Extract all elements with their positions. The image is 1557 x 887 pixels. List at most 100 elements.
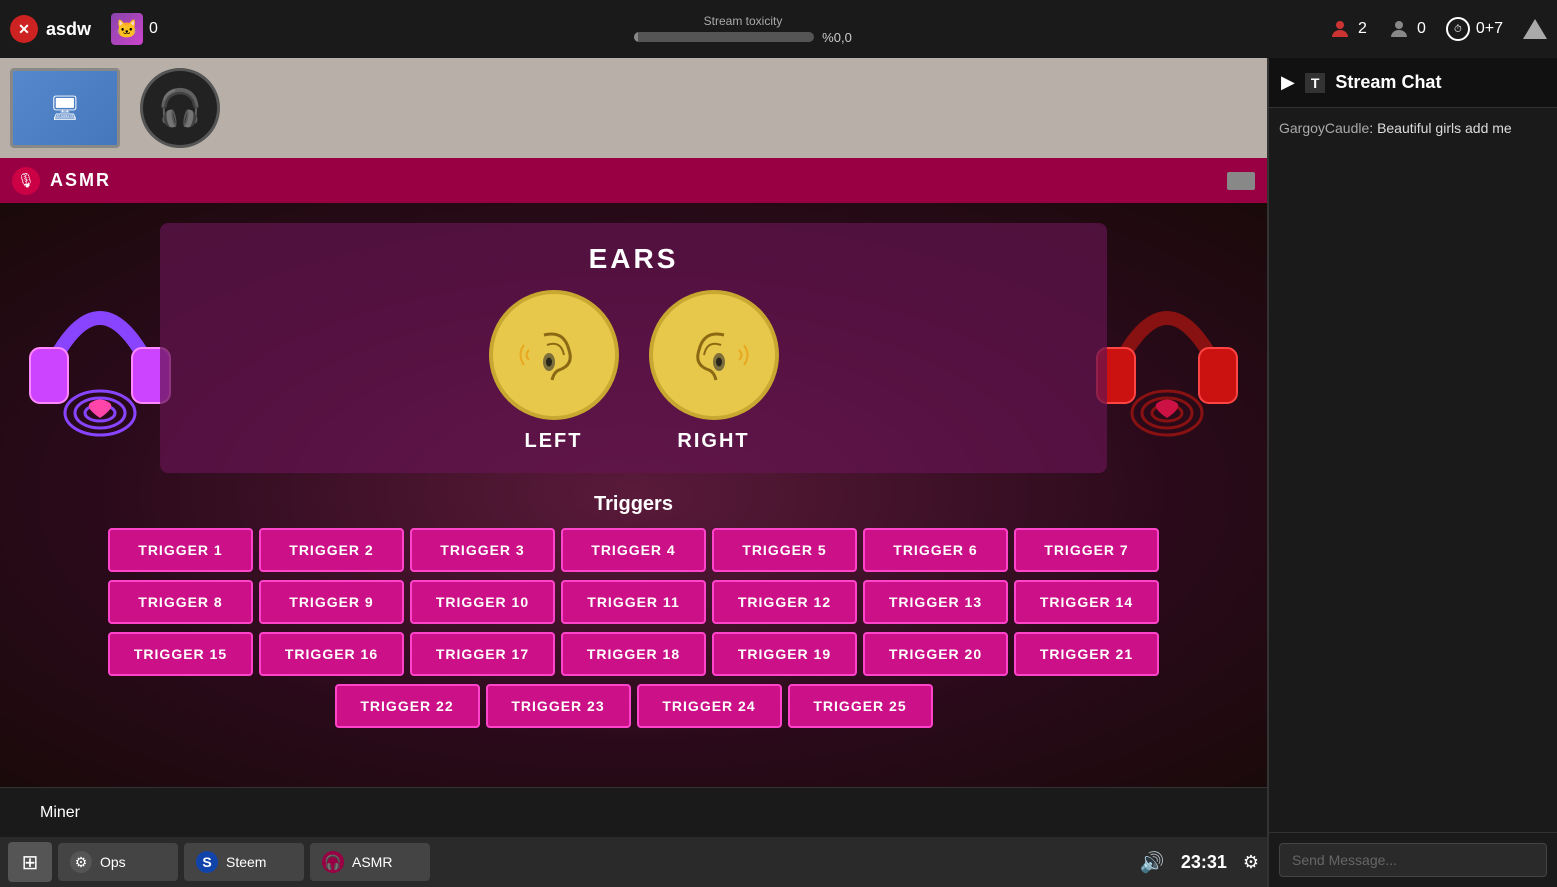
taskbar-asmr-label: ASMR xyxy=(352,854,392,870)
asmr-panel: 🎙 ASMR xyxy=(0,158,1267,787)
trigger-button-12[interactable]: TRIGGER 12 xyxy=(712,580,857,624)
trigger-button-21[interactable]: TRIGGER 21 xyxy=(1014,632,1159,676)
cat-count: 0 xyxy=(149,20,158,38)
play-icon: ▶ xyxy=(1281,72,1295,93)
monitor-thumbnail: 🖥 xyxy=(10,68,120,148)
chat-username: GargoyCaudle xyxy=(1279,120,1369,136)
right-ear-circle xyxy=(649,290,779,420)
video-area: 🖥 🎧 xyxy=(0,58,1267,158)
anon-stat: 0 xyxy=(1387,17,1426,41)
trigger-row-2: TRIGGER 8 TRIGGER 9 TRIGGER 10 TRIGGER 1… xyxy=(108,580,1159,624)
ears-row: LEFT xyxy=(489,290,779,453)
trigger-button-15[interactable]: TRIGGER 15 xyxy=(108,632,253,676)
trigger-button-3[interactable]: TRIGGER 3 xyxy=(410,528,555,572)
trigger-button-22[interactable]: TRIGGER 22 xyxy=(335,684,480,728)
trigger-button-23[interactable]: TRIGGER 23 xyxy=(486,684,631,728)
clock: 23:31 xyxy=(1181,852,1227,873)
trigger-button-18[interactable]: TRIGGER 18 xyxy=(561,632,706,676)
asmr-titlebar: 🎙 ASMR xyxy=(0,158,1267,203)
trigger-row-3: TRIGGER 15 TRIGGER 16 TRIGGER 17 TRIGGER… xyxy=(108,632,1159,676)
trigger-button-13[interactable]: TRIGGER 13 xyxy=(863,580,1008,624)
minimize-button[interactable] xyxy=(1227,172,1255,190)
taskbar-ops[interactable]: ⚙ Ops xyxy=(58,843,178,881)
toxicity-bar-wrap: %0,0 xyxy=(634,30,852,45)
trigger-button-4[interactable]: TRIGGER 4 xyxy=(561,528,706,572)
taskbar: ⊞ ⚙ Ops S Steem 🎧 ASMR 🔊 23:31 ⚙ xyxy=(0,837,1267,887)
chat-input-wrap xyxy=(1269,832,1557,887)
taskbar-steem-label: Steem xyxy=(226,854,266,870)
toxicity-section: Stream toxicity %0,0 xyxy=(178,14,1308,45)
headphone-thumbnail: 🎧 xyxy=(140,68,220,148)
left-ear-circle xyxy=(489,290,619,420)
settings-icon[interactable]: ⚙ xyxy=(1243,852,1259,873)
trigger-button-25[interactable]: TRIGGER 25 xyxy=(788,684,933,728)
triggers-grid: TRIGGER 1 TRIGGER 2 TRIGGER 3 TRIGGER 4 … xyxy=(108,528,1159,728)
cat-section: 🐱 0 xyxy=(111,13,158,45)
ears-title: EARS xyxy=(589,243,679,275)
stream-area: 🖥 🎧 🎙 ASMR xyxy=(0,58,1267,887)
toxicity-label: Stream toxicity xyxy=(704,14,783,28)
timer-icon: ⏱ xyxy=(1446,17,1470,41)
ops-icon: ⚙ xyxy=(70,851,92,873)
trigger-button-2[interactable]: TRIGGER 2 xyxy=(259,528,404,572)
left-ear-button[interactable]: LEFT xyxy=(489,290,619,453)
trigger-row-4: TRIGGER 22 TRIGGER 23 TRIGGER 24 TRIGGER… xyxy=(335,684,933,728)
taskbar-asmr[interactable]: 🎧 ASMR xyxy=(310,843,430,881)
bottom-bar: Miner xyxy=(0,787,1267,837)
miner-label: Miner xyxy=(40,804,80,822)
trigger-button-11[interactable]: TRIGGER 11 xyxy=(561,580,706,624)
trigger-button-1[interactable]: TRIGGER 1 xyxy=(108,528,253,572)
trigger-button-20[interactable]: TRIGGER 20 xyxy=(863,632,1008,676)
triggers-title: Triggers xyxy=(594,493,673,516)
taskbar-steem[interactable]: S Steem xyxy=(184,843,304,881)
left-headphone-icon xyxy=(20,248,180,448)
right-ear-button[interactable]: RIGHT xyxy=(649,290,779,453)
chat-input[interactable] xyxy=(1279,843,1547,877)
stream-chat-panel: ▶ T Stream Chat GargoyCaudle: Beautiful … xyxy=(1267,58,1557,887)
trigger-button-24[interactable]: TRIGGER 24 xyxy=(637,684,782,728)
trigger-button-5[interactable]: TRIGGER 5 xyxy=(712,528,857,572)
taskbar-start-button[interactable]: ⊞ xyxy=(8,842,52,882)
trigger-button-7[interactable]: TRIGGER 7 xyxy=(1014,528,1159,572)
trigger-button-6[interactable]: TRIGGER 6 xyxy=(863,528,1008,572)
chat-title: Stream Chat xyxy=(1335,72,1441,93)
toxicity-pct: %0,0 xyxy=(822,30,852,45)
chat-header: ▶ T Stream Chat xyxy=(1269,58,1557,108)
right-headphone-icon xyxy=(1087,248,1247,448)
cat-avatar: 🐱 xyxy=(111,13,143,45)
chat-messages: GargoyCaudle: Beautiful girls add me xyxy=(1269,108,1557,832)
trigger-button-14[interactable]: TRIGGER 14 xyxy=(1014,580,1159,624)
trigger-row-1: TRIGGER 1 TRIGGER 2 TRIGGER 3 TRIGGER 4 … xyxy=(108,528,1159,572)
right-ear-label: RIGHT xyxy=(677,430,749,453)
mic-icon: 🎙 xyxy=(12,167,40,195)
timer-value: 0+7 xyxy=(1476,20,1503,38)
volume-icon[interactable]: 🔊 xyxy=(1140,850,1165,875)
ears-section: EARS xyxy=(160,223,1107,473)
anon-icon xyxy=(1387,17,1411,41)
anon-count: 0 xyxy=(1417,20,1426,38)
viewer-stat: 2 xyxy=(1328,17,1367,41)
chat-message-text: Beautiful girls add me xyxy=(1377,120,1512,136)
t-badge: T xyxy=(1305,73,1326,93)
trigger-button-10[interactable]: TRIGGER 10 xyxy=(410,580,555,624)
app-name-section: ✕ asdw xyxy=(10,15,91,43)
taskbar-right: 🔊 23:31 ⚙ xyxy=(1140,850,1259,875)
asmr-taskbar-icon: 🎧 xyxy=(322,851,344,873)
person-icon xyxy=(1328,17,1352,41)
asmr-title: ASMR xyxy=(50,170,111,191)
trigger-button-8[interactable]: TRIGGER 8 xyxy=(108,580,253,624)
collapse-button[interactable] xyxy=(1523,19,1547,39)
triggers-section: Triggers TRIGGER 1 TRIGGER 2 TRIGGER 3 T… xyxy=(20,493,1247,728)
trigger-button-17[interactable]: TRIGGER 17 xyxy=(410,632,555,676)
toxicity-bar xyxy=(634,32,814,42)
taskbar-ops-label: Ops xyxy=(100,854,126,870)
trigger-button-9[interactable]: TRIGGER 9 xyxy=(259,580,404,624)
asmr-content: EARS xyxy=(0,203,1267,787)
trigger-button-16[interactable]: TRIGGER 16 xyxy=(259,632,404,676)
left-ear-label: LEFT xyxy=(525,430,583,453)
toxicity-fill xyxy=(634,32,638,42)
app-name: asdw xyxy=(46,19,91,40)
trigger-button-19[interactable]: TRIGGER 19 xyxy=(712,632,857,676)
viewer-count: 2 xyxy=(1358,20,1367,38)
chat-message-item: GargoyCaudle: Beautiful girls add me xyxy=(1279,118,1547,139)
